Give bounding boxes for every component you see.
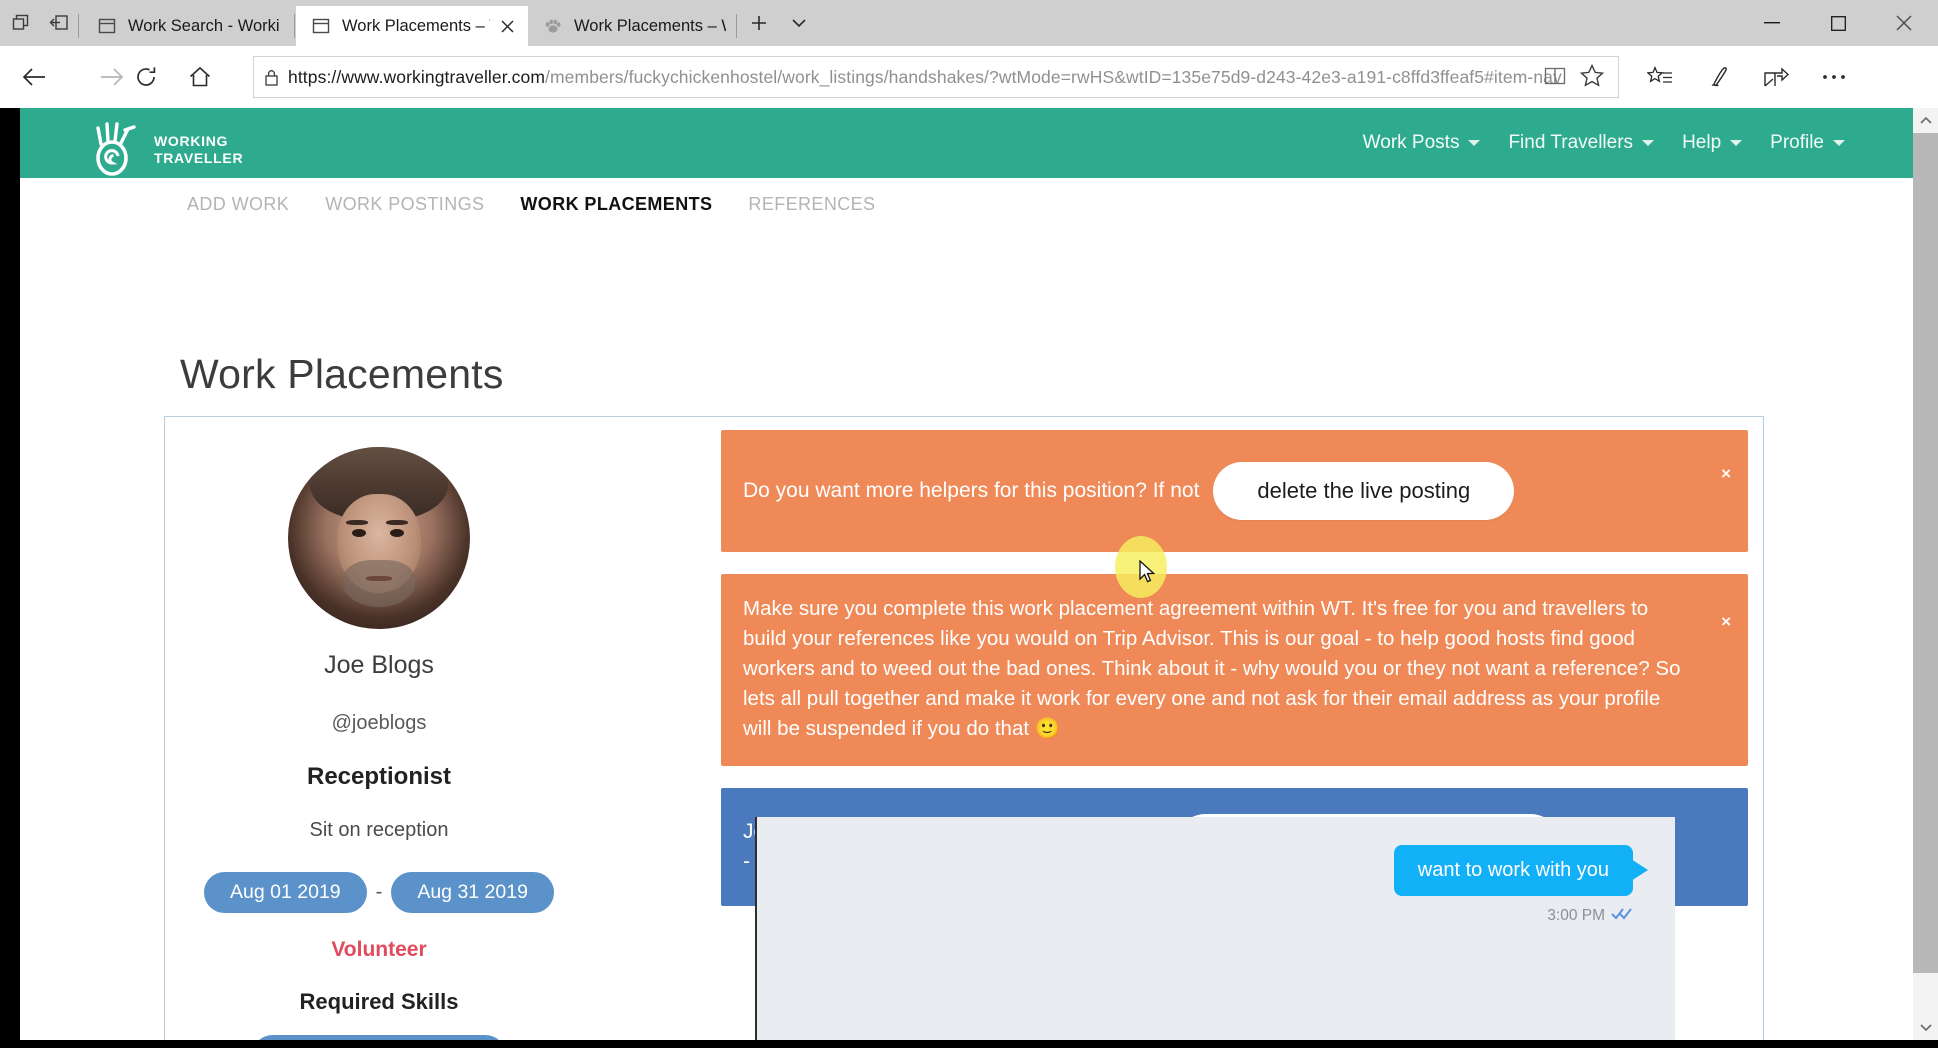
tab-work-placements[interactable]: WORK PLACEMENTS	[502, 194, 730, 215]
tab-preview-icon[interactable]	[4, 8, 38, 38]
pay-type-label: Volunteer	[331, 938, 427, 961]
set-tabs-aside-icon[interactable]	[42, 8, 76, 38]
minimize-button[interactable]	[1744, 8, 1800, 38]
browser-tab-2[interactable]: Work Placements – Work Pc	[528, 6, 736, 46]
page-scrollbar[interactable]	[1913, 108, 1938, 1040]
close-icon[interactable]: ×	[1721, 612, 1731, 632]
chat-message: want to work with you 3:00 PM	[1393, 845, 1649, 925]
maximize-button[interactable]	[1810, 8, 1866, 38]
browser-window: Work Search - Working Trav Work Placemen…	[0, 0, 1938, 1048]
logo-text: WORKING TRAVELLER	[154, 133, 243, 167]
nav-label: Find Travellers	[1508, 132, 1634, 153]
close-window-button[interactable]	[1876, 8, 1932, 38]
profile-handle: @joeblogs	[331, 712, 427, 734]
page-icon	[96, 15, 118, 37]
chat-bubble: want to work with you	[1393, 845, 1649, 896]
tab-title: Work Placements – Wor	[342, 16, 490, 35]
web-note-icon[interactable]	[1698, 55, 1742, 99]
favorites-list-icon[interactable]	[1638, 55, 1682, 99]
logo-line-1: WORKING	[154, 132, 229, 149]
favorite-star-icon[interactable]	[1579, 63, 1605, 92]
profile-panel: Joe Blogs @joeblogs Receptionist Sit on …	[165, 417, 593, 1040]
new-tab-button[interactable]	[742, 8, 776, 38]
nav-label: Help	[1682, 132, 1722, 153]
date-end-pill[interactable]: Aug 31 2019	[391, 872, 554, 913]
chevron-down-icon	[1468, 140, 1481, 146]
back-button[interactable]	[12, 55, 56, 99]
reading-view-icon[interactable]	[1544, 66, 1566, 91]
tab-add-work[interactable]: ADD WORK	[187, 194, 307, 215]
scrollbar-thumb[interactable]	[1913, 133, 1938, 973]
posting-banner-text: Do you want more helpers for this positi…	[743, 479, 1200, 502]
home-button[interactable]	[178, 55, 222, 99]
close-icon[interactable]	[498, 14, 518, 38]
tab-work-postings[interactable]: WORK POSTINGS	[307, 194, 502, 215]
refresh-button[interactable]	[124, 55, 168, 99]
tab-strip: Work Search - Working Trav Work Placemen…	[0, 0, 1938, 46]
tab-title: Work Placements – Work Pc	[574, 16, 726, 35]
lock-icon	[254, 69, 288, 86]
browser-toolbar: https://www.workingtraveller.com/members…	[0, 46, 1938, 108]
tab-title: Work Search - Working Trav	[128, 16, 280, 35]
nav-item-profile[interactable]: Profile	[1756, 132, 1859, 154]
scroll-up-icon[interactable]	[1913, 108, 1938, 133]
chevron-down-icon	[1833, 140, 1845, 146]
date-start-pill[interactable]: Aug 01 2019	[204, 872, 367, 913]
nav-item-work-posts[interactable]: Work Posts	[1349, 132, 1495, 154]
hand-spiral-logo-icon	[87, 118, 145, 181]
paw-icon	[542, 15, 564, 37]
more-icon[interactable]	[1812, 55, 1856, 99]
browser-chrome: Work Search - Working Trav Work Placemen…	[0, 0, 1938, 108]
tab-list-chevron-icon[interactable]	[782, 8, 816, 38]
delete-live-posting-button[interactable]: delete the live posting	[1213, 462, 1515, 520]
read-double-check-icon	[1611, 907, 1633, 925]
chat-timestamp: 3:00 PM	[1547, 907, 1605, 924]
chevron-down-icon	[1730, 140, 1743, 146]
browser-tab-1[interactable]: Work Placements – Wor	[296, 6, 528, 46]
nav-label: Profile	[1770, 132, 1824, 153]
agreement-banner: Make sure you complete this work placeme…	[721, 574, 1748, 766]
posting-banner: Do you want more helpers for this positi…	[721, 430, 1748, 552]
page-title: Work Placements	[180, 351, 504, 397]
profile-role: Receptionist	[306, 763, 452, 790]
nav-label: Work Posts	[1362, 132, 1460, 153]
chevron-down-icon	[1642, 140, 1655, 146]
logo-line-2: TRAVELLER	[154, 149, 244, 166]
url-text: https://www.workingtraveller.com/members…	[288, 67, 1562, 88]
site-header: WORKING TRAVELLER Work Posts Find Travel…	[20, 108, 1913, 178]
placement-dates: Aug 01 2019 - Aug 31 2019	[165, 872, 593, 913]
required-skills-heading: Required Skills	[299, 989, 459, 1014]
date-separator: -	[375, 881, 383, 903]
browser-tab-0[interactable]: Work Search - Working Trav	[82, 6, 290, 46]
scroll-down-icon[interactable]	[1913, 1015, 1938, 1040]
address-bar[interactable]: https://www.workingtraveller.com/members…	[253, 56, 1619, 98]
profile-name: Joe Blogs	[324, 651, 434, 679]
skill-pill[interactable]: Hostel Receptionist	[250, 1035, 508, 1040]
nav-item-help[interactable]: Help	[1668, 132, 1756, 154]
page-icon	[310, 15, 332, 37]
avatar	[288, 447, 470, 629]
page-viewport: WORKING TRAVELLER Work Posts Find Travel…	[20, 108, 1913, 1040]
close-icon[interactable]: ×	[1721, 464, 1731, 484]
profile-description: Sit on reception	[309, 819, 449, 841]
url-host: https://www.workingtraveller.com	[288, 66, 546, 87]
nav-item-find-travellers[interactable]: Find Travellers	[1494, 132, 1668, 154]
section-tabs: ADD WORK WORK POSTINGS WORK PLACEMENTS R…	[20, 178, 1913, 230]
chat-panel[interactable]: want to work with you 3:00 PM	[755, 817, 1675, 1040]
site-logo[interactable]: WORKING TRAVELLER	[87, 118, 243, 181]
placement-card: Joe Blogs @joeblogs Receptionist Sit on …	[164, 416, 1764, 1040]
chat-meta: 3:00 PM	[1394, 907, 1633, 925]
share-icon[interactable]	[1754, 55, 1798, 99]
agreement-banner-text: Make sure you complete this work placeme…	[743, 597, 1681, 740]
tab-references[interactable]: REFERENCES	[730, 194, 893, 215]
main-nav: Work Posts Find Travellers Help Profile	[1349, 108, 1859, 178]
url-path: /members/fuckychickenhostel/work_listing…	[545, 66, 1562, 87]
